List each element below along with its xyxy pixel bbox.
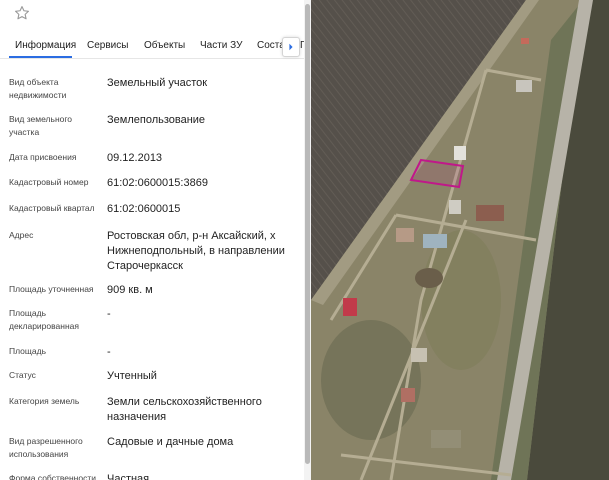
tab-information[interactable]: Информация <box>15 40 76 51</box>
field-value: 909 кв. м <box>107 284 153 296</box>
star-icon[interactable] <box>13 4 31 22</box>
field-label: Площадь <box>9 346 47 356</box>
building <box>431 430 461 448</box>
tab-parts[interactable]: Части ЗУ <box>200 40 242 51</box>
field-value: 09.12.2013 <box>107 152 163 164</box>
building <box>449 200 461 214</box>
building <box>401 388 415 402</box>
field-value: 61:02:0600015 <box>107 203 181 215</box>
tab-services[interactable]: Сервисы <box>87 40 128 51</box>
field-value: Учтенный <box>107 370 157 382</box>
field-value: Частная <box>107 473 150 480</box>
field-label: Кадастровый квартал <box>9 203 95 213</box>
building <box>396 228 414 242</box>
field-value: - <box>107 308 111 320</box>
vegetation-patch <box>321 320 421 440</box>
building <box>476 205 504 221</box>
field-label: Форма собственности <box>9 473 96 480</box>
pond <box>415 268 443 288</box>
field-label: Площадь декларированная <box>9 308 79 331</box>
field-value: Ростовская обл, р-н Аксайский, х Нижнепо… <box>107 230 285 272</box>
building <box>454 146 466 160</box>
field-label: Вид земельного участка <box>9 114 73 137</box>
building <box>423 234 447 248</box>
field-label: Кадастровый номер <box>9 177 89 187</box>
field-value: Земли сельскохозяйственного назначения <box>107 396 262 423</box>
tab-bar: Информация Сервисы Объекты Части ЗУ Сост… <box>0 36 304 58</box>
building <box>411 348 427 362</box>
tabs-divider <box>0 58 304 59</box>
building <box>516 80 532 92</box>
tab-objects[interactable]: Объекты <box>144 40 185 51</box>
satellite-map[interactable] <box>311 0 609 480</box>
field-label: Площадь уточненная <box>9 284 94 294</box>
field-label: Категория земель <box>9 396 80 406</box>
field-value: Землепользование <box>107 114 206 126</box>
field-label: Адрес <box>9 230 34 240</box>
field-value: 61:02:0600015:3869 <box>107 177 208 189</box>
tab-composition[interactable]: Соста <box>257 40 285 51</box>
field-label: Вид объекта недвижимости <box>9 77 67 100</box>
map-imagery <box>311 0 609 480</box>
field-label: Вид разрешенного использования <box>9 436 83 459</box>
field-value: Земельный участок <box>107 77 208 89</box>
scrollbar-thumb[interactable] <box>305 4 310 464</box>
field-label: Дата присвоения <box>9 152 77 162</box>
tabs-scroll-button[interactable] <box>282 37 300 57</box>
panel-scrollbar[interactable] <box>304 0 311 480</box>
building <box>343 298 357 316</box>
field-value: Садовые и дачные дома <box>107 436 234 448</box>
building <box>521 38 529 44</box>
field-label: Статус <box>9 370 36 380</box>
field-value: - <box>107 346 111 358</box>
info-panel: Информация Сервисы Объекты Части ЗУ Сост… <box>0 0 304 480</box>
chevron-right-icon <box>289 43 293 51</box>
